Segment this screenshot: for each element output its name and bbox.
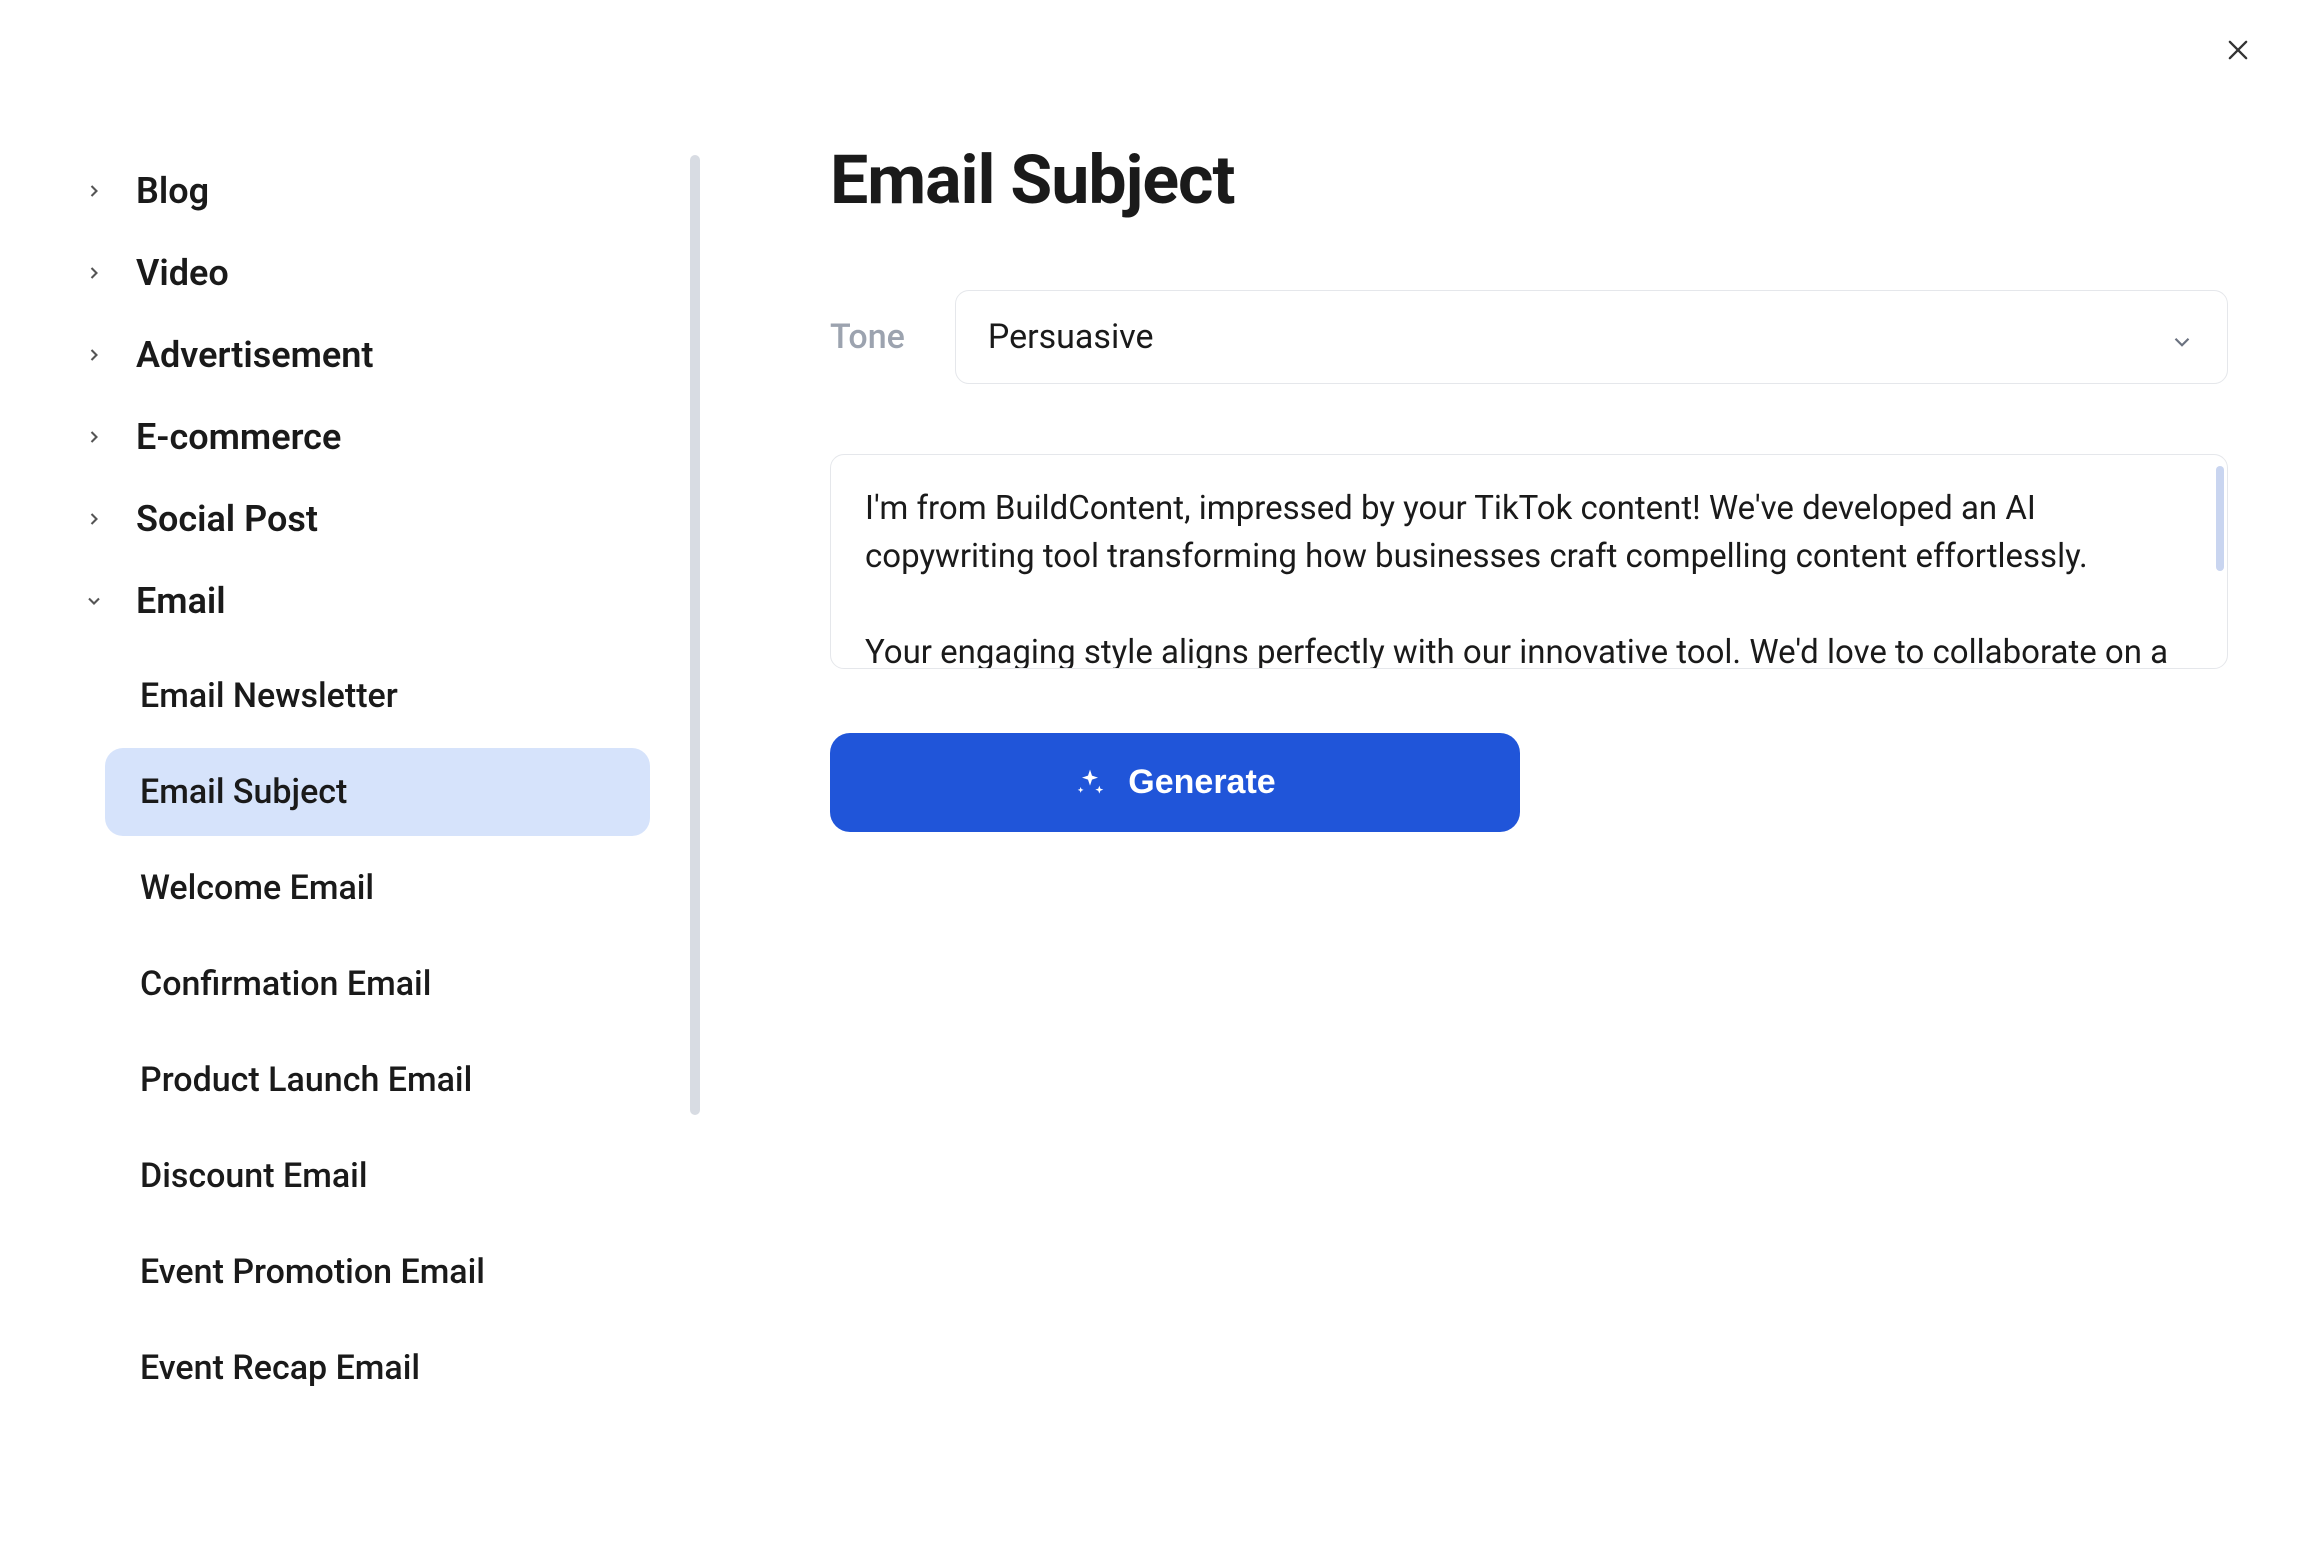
content-textarea[interactable] — [830, 454, 2228, 669]
sidebar-item-discount-email[interactable]: Discount Email — [105, 1132, 650, 1220]
email-subitems: Email Newsletter Email Subject Welcome E… — [60, 652, 680, 1392]
sidebar-item-product-launch-email[interactable]: Product Launch Email — [105, 1036, 650, 1124]
sidebar-item-event-promotion-email[interactable]: Event Promotion Email — [105, 1228, 650, 1316]
sidebar-item-welcome-email[interactable]: Welcome Email — [105, 844, 650, 932]
tone-value: Persuasive — [988, 317, 1154, 357]
tone-row: Tone Persuasive — [830, 290, 2228, 384]
chevron-right-icon — [80, 177, 108, 205]
sidebar-category-email[interactable]: Email — [60, 560, 680, 642]
chevron-down-icon — [80, 587, 108, 615]
category-label: Email — [136, 580, 226, 622]
sidebar: Blog Video Advertisement E-commerce — [0, 0, 700, 1542]
category-label: Blog — [136, 170, 209, 212]
sidebar-category-video[interactable]: Video — [60, 232, 680, 314]
close-icon — [2224, 36, 2252, 64]
chevron-right-icon — [80, 259, 108, 287]
chevron-right-icon — [80, 505, 108, 533]
sparkle-icon — [1074, 767, 1106, 799]
subitem-label: Event Recap Email — [140, 1348, 420, 1388]
close-button[interactable] — [2218, 30, 2258, 70]
page-title: Email Subject — [830, 140, 2228, 220]
category-label: Video — [136, 252, 229, 294]
sidebar-item-email-subject[interactable]: Email Subject — [105, 748, 650, 836]
sidebar-category-advertisement[interactable]: Advertisement — [60, 314, 680, 396]
tone-label: Tone — [830, 317, 905, 357]
tone-select[interactable]: Persuasive — [955, 290, 2228, 384]
sidebar-category-ecommerce[interactable]: E-commerce — [60, 396, 680, 478]
sidebar-item-email-newsletter[interactable]: Email Newsletter — [105, 652, 650, 740]
chevron-right-icon — [80, 423, 108, 451]
sidebar-category-social-post[interactable]: Social Post — [60, 478, 680, 560]
subitem-label: Welcome Email — [140, 868, 374, 908]
category-label: Social Post — [136, 498, 318, 540]
sidebar-item-confirmation-email[interactable]: Confirmation Email — [105, 940, 650, 1028]
generate-label: Generate — [1128, 763, 1275, 802]
sidebar-category-blog[interactable]: Blog — [60, 150, 680, 232]
sidebar-scrollbar[interactable] — [690, 155, 700, 1115]
chevron-right-icon — [80, 341, 108, 369]
category-label: E-commerce — [136, 416, 341, 458]
chevron-down-icon — [2169, 324, 2195, 350]
main-content: Email Subject Tone Persuasive Generate — [700, 0, 2298, 1542]
subitem-label: Product Launch Email — [140, 1060, 472, 1100]
subitem-label: Email Subject — [140, 772, 347, 812]
category-label: Advertisement — [136, 334, 373, 376]
subitem-label: Email Newsletter — [140, 676, 398, 716]
subitem-label: Event Promotion Email — [140, 1252, 485, 1292]
generate-button[interactable]: Generate — [830, 733, 1520, 832]
subitem-label: Confirmation Email — [140, 964, 431, 1004]
subitem-label: Discount Email — [140, 1156, 368, 1196]
sidebar-item-event-recap-email[interactable]: Event Recap Email — [105, 1324, 650, 1392]
